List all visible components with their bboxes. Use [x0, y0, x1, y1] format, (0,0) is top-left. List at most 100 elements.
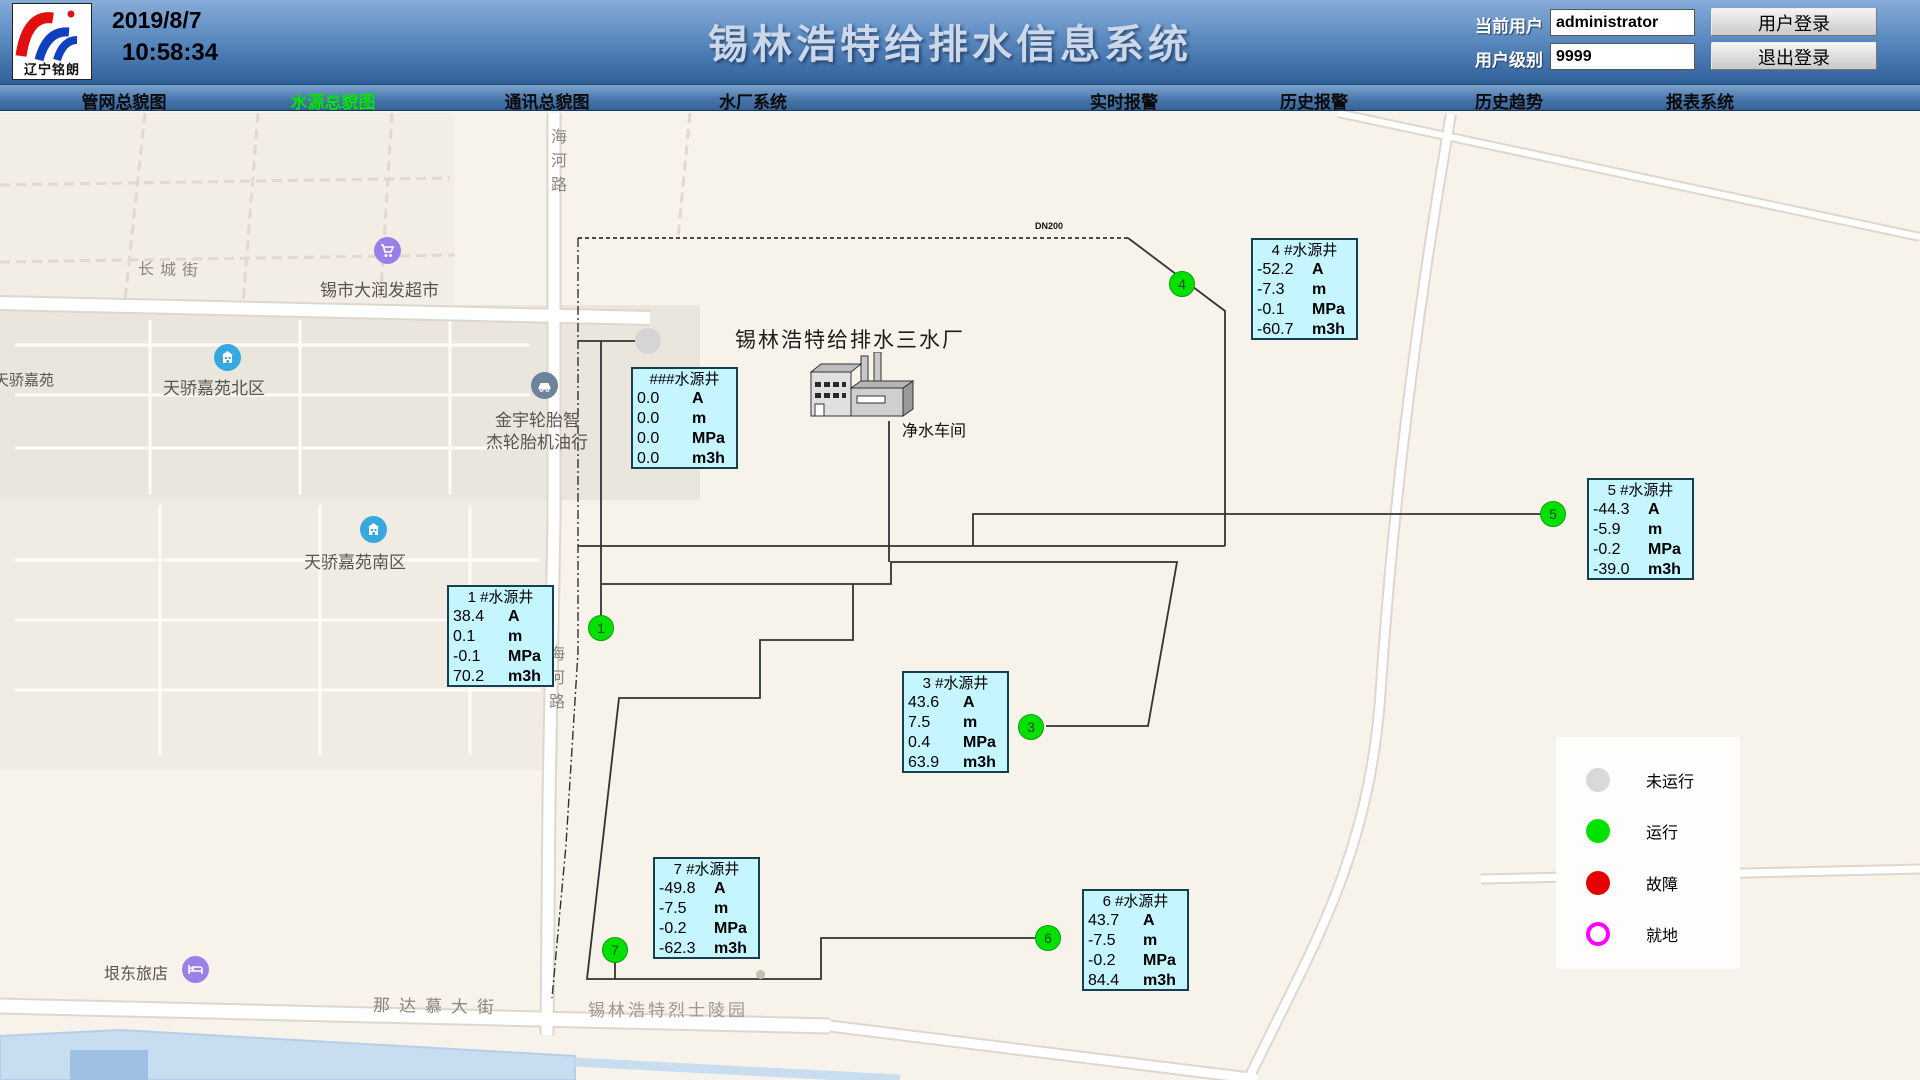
- login-button[interactable]: 用户登录: [1711, 8, 1877, 36]
- scada-window: 辽宁铭朗 2019/8/7 10:58:34 锡林浩特给排水信息系统 当前用户 …: [0, 0, 1920, 1080]
- well-pressure: -0.2: [659, 919, 714, 939]
- street-label-changcheng: 长城街: [138, 255, 205, 281]
- nav-history-trend[interactable]: 历史趋势: [1475, 88, 1543, 113]
- unit-current: A: [1312, 260, 1324, 280]
- unit-level: m: [1143, 931, 1157, 951]
- well-marker-5[interactable]: 5: [1540, 501, 1566, 527]
- logout-button[interactable]: 退出登录: [1711, 42, 1877, 70]
- well-title: 6 #水源井: [1088, 892, 1183, 911]
- nav-realtime-alarm[interactable]: 实时报警: [1090, 88, 1158, 113]
- unit-current: A: [963, 693, 975, 713]
- nav-pipe-overview[interactable]: 管网总貌图: [82, 88, 167, 113]
- unit-flow: m3h: [692, 449, 725, 469]
- nav-comm-overview[interactable]: 通讯总貌图: [505, 88, 590, 113]
- unit-pressure: MPa: [1648, 540, 1681, 560]
- well-marker-6[interactable]: 6: [1035, 925, 1061, 951]
- well-box-1: 1 #水源井 38.4A 0.1m -0.1MPa 70.2m3h: [447, 585, 554, 687]
- logo-text: 辽宁铭朗: [13, 59, 91, 78]
- unit-pressure: MPa: [1143, 951, 1176, 971]
- legend-row-stopped: 未运行: [1586, 768, 1694, 792]
- district-south-building-icon: [360, 516, 387, 543]
- well-marker-1[interactable]: 1: [588, 615, 614, 641]
- unit-flow: m3h: [1143, 971, 1176, 991]
- nav-plant-system[interactable]: 水厂系统: [719, 88, 787, 113]
- unit-flow: m3h: [508, 667, 541, 687]
- current-date: 2019/8/7: [112, 7, 218, 34]
- company-logo: 辽宁铭朗: [12, 3, 92, 80]
- well-flow: -39.0: [1593, 560, 1648, 580]
- poi-label-cemetery: 锡林浩特烈士陵园: [588, 996, 748, 1021]
- title-bar: 辽宁铭朗 2019/8/7 10:58:34 锡林浩特给排水信息系统 当前用户 …: [0, 0, 1920, 84]
- legend-label: 故障: [1646, 871, 1678, 895]
- user-level-label: 用户级别: [1475, 46, 1543, 71]
- well-flow: 63.9: [908, 753, 963, 773]
- current-user-input[interactable]: [1550, 9, 1695, 36]
- well-box-4: 4 #水源井 -52.2A -7.3m -0.1MPa -60.7m3h: [1251, 238, 1358, 340]
- poi-label-tianjiao-north: 天骄嘉苑北区: [163, 374, 265, 399]
- well-title: 3 #水源井: [908, 674, 1003, 693]
- pipe-size-label: DN200: [1035, 221, 1063, 231]
- street-label-nadamu: 那达慕大街: [373, 991, 503, 1018]
- well-marker-7[interactable]: 7: [602, 937, 628, 963]
- well-box-6: 6 #水源井 43.7A -7.5m -0.2MPa 84.4m3h: [1082, 889, 1189, 991]
- pipe-well5-branch: [973, 514, 1541, 546]
- factory-icon: [795, 352, 920, 427]
- unit-current: A: [1143, 911, 1155, 931]
- well-flow: 84.4: [1088, 971, 1143, 991]
- well-title: 1 #水源井: [453, 588, 548, 607]
- running-status-icon: [1586, 819, 1610, 843]
- unit-level: m: [963, 713, 977, 733]
- well-current: 43.7: [1088, 911, 1143, 931]
- well-current: 0.0: [637, 389, 692, 409]
- well-title: 4 #水源井: [1257, 241, 1352, 260]
- current-user-label: 当前用户: [1475, 12, 1543, 37]
- page-title: 锡林浩特给排水信息系统: [708, 12, 1192, 70]
- well-title: 7 #水源井: [659, 860, 754, 879]
- poi-label-tianjiao: 天骄嘉苑: [0, 369, 54, 390]
- well-flow: 0.0: [637, 449, 692, 469]
- nav-history-alarm[interactable]: 历史报警: [1280, 88, 1348, 113]
- well-pressure: -0.1: [453, 647, 508, 667]
- pipe-well3-branch: [601, 562, 1177, 726]
- unit-current: A: [714, 879, 726, 899]
- local-status-icon: [1586, 922, 1610, 946]
- well-level: -7.5: [659, 899, 714, 919]
- nav-report-system[interactable]: 报表系统: [1666, 88, 1734, 113]
- well-marker-number: 7: [611, 942, 619, 958]
- well-pressure: 0.0: [637, 429, 692, 449]
- poi-label-hotel: 垠东旅店: [104, 960, 168, 984]
- poi-label-tianjiao-south: 天骄嘉苑南区: [304, 548, 406, 573]
- well-pressure: -0.1: [1257, 300, 1312, 320]
- well-box-3: 3 #水源井 43.6A 7.5m 0.4MPa 63.9m3h: [902, 671, 1009, 773]
- unit-pressure: MPa: [1312, 300, 1345, 320]
- unit-flow: m3h: [1312, 320, 1345, 340]
- well-marker-4[interactable]: 4: [1169, 271, 1195, 297]
- well-pressure: -0.2: [1088, 951, 1143, 971]
- well-marker-number: 6: [1044, 930, 1052, 946]
- unit-flow: m3h: [1648, 560, 1681, 580]
- well-marker-3[interactable]: 3: [1018, 714, 1044, 740]
- unit-flow: m3h: [714, 939, 747, 959]
- well-marker-idle[interactable]: [635, 328, 661, 354]
- user-level-input[interactable]: [1550, 43, 1695, 70]
- fault-status-icon: [1586, 871, 1610, 895]
- road-label-haihe-north: 海河路: [544, 128, 568, 200]
- unit-level: m: [1312, 280, 1326, 300]
- unit-current: A: [508, 607, 520, 627]
- main-nav: 管网总貌图 水源总貌图 通讯总貌图 水厂系统 实时报警 历史报警 历史趋势 报表…: [0, 84, 1920, 111]
- legend-row-local: 就地: [1586, 922, 1678, 946]
- unit-flow: m3h: [963, 753, 996, 773]
- unit-current: A: [1648, 500, 1660, 520]
- plant-boundary-line: [552, 238, 578, 998]
- well-pressure: -0.2: [1593, 540, 1648, 560]
- well-box-unassigned: ###水源井 0.0A 0.0m 0.0MPa 0.0m3h: [631, 367, 738, 469]
- unit-current: A: [692, 389, 704, 409]
- well-level: 0.1: [453, 627, 508, 647]
- tire-shop-car-icon: [531, 372, 558, 399]
- unit-pressure: MPa: [508, 647, 541, 667]
- nav-water-source-overview[interactable]: 水源总貌图: [291, 88, 376, 113]
- well-flow: -60.7: [1257, 320, 1312, 340]
- well-marker-number: 5: [1549, 506, 1557, 522]
- unit-level: m: [508, 627, 522, 647]
- legend-row-fault: 故障: [1586, 871, 1678, 895]
